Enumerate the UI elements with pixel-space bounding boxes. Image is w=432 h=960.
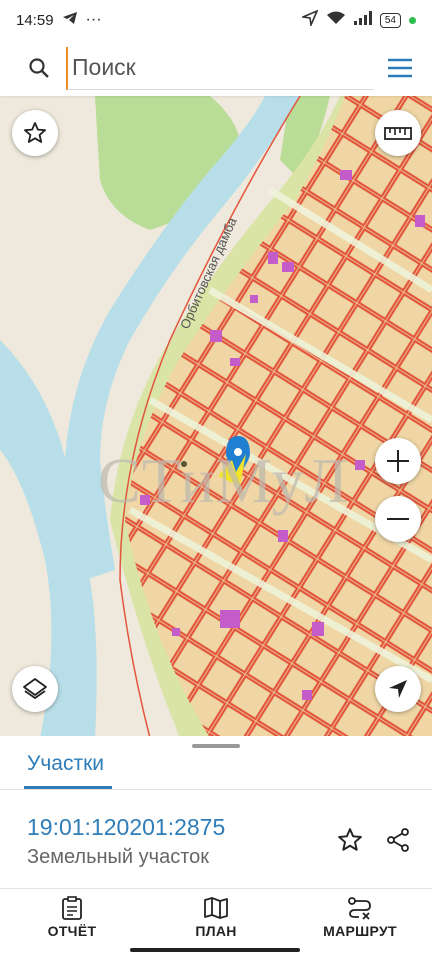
favorites-button[interactable] (12, 110, 58, 156)
menu-icon[interactable] (380, 48, 420, 88)
divider (0, 888, 432, 889)
share-icon (387, 828, 409, 852)
status-time: 14:59 (16, 11, 54, 29)
route-icon (348, 897, 371, 920)
favorite-button[interactable] (332, 822, 368, 858)
zoom-in-button[interactable] (375, 438, 421, 484)
sheet-drag-handle[interactable] (192, 744, 240, 748)
plan-nav-button[interactable]: ПЛАН (156, 896, 276, 939)
navigation-arrow-icon (389, 680, 407, 698)
report-nav-label: ОТЧЁТ (47, 923, 97, 939)
map-view[interactable]: Орбитовская дамба СТиМуЛ (0, 40, 432, 738)
status-bar: 14:59 ··· 54 (0, 0, 432, 40)
bottom-sheet: Участки 19:01:120201:2875 Земельный учас… (0, 736, 432, 960)
privacy-dot-icon (409, 16, 416, 24)
report-icon (62, 896, 82, 920)
map-canvas: Орбитовская дамба (0, 40, 432, 738)
layers-button[interactable] (12, 666, 58, 712)
layers-icon (23, 678, 47, 700)
route-nav-button[interactable]: МАРШРУТ (300, 896, 420, 939)
signal-icon (353, 11, 372, 29)
more-notifications-icon: ··· (85, 11, 102, 28)
parcel-type: Земельный участок (27, 846, 210, 868)
report-nav-button[interactable]: ОТЧЁТ (12, 896, 132, 939)
plus-icon (387, 450, 409, 472)
gesture-bar[interactable] (130, 948, 300, 952)
divider (0, 789, 432, 790)
ruler-button[interactable] (375, 110, 421, 156)
minus-icon (387, 518, 409, 520)
wifi-icon (326, 11, 346, 29)
search-input[interactable] (66, 46, 374, 90)
plan-nav-label: ПЛАН (195, 923, 237, 939)
map-icon (204, 897, 228, 919)
share-button[interactable] (380, 822, 416, 858)
star-icon (24, 122, 46, 143)
ruler-icon (384, 127, 412, 140)
telegram-icon (62, 11, 78, 29)
tab-parcels[interactable]: Участки (27, 752, 104, 776)
star-outline-icon (338, 828, 362, 851)
my-location-button[interactable] (375, 666, 421, 712)
route-nav-label: МАРШРУТ (323, 923, 397, 939)
zoom-out-button[interactable] (375, 496, 421, 542)
search-icon[interactable] (22, 51, 56, 85)
battery-indicator: 54 (379, 12, 401, 28)
location-arrow-icon (299, 9, 319, 30)
cadastral-number[interactable]: 19:01:120201:2875 (27, 814, 225, 841)
search-bar (0, 40, 432, 96)
